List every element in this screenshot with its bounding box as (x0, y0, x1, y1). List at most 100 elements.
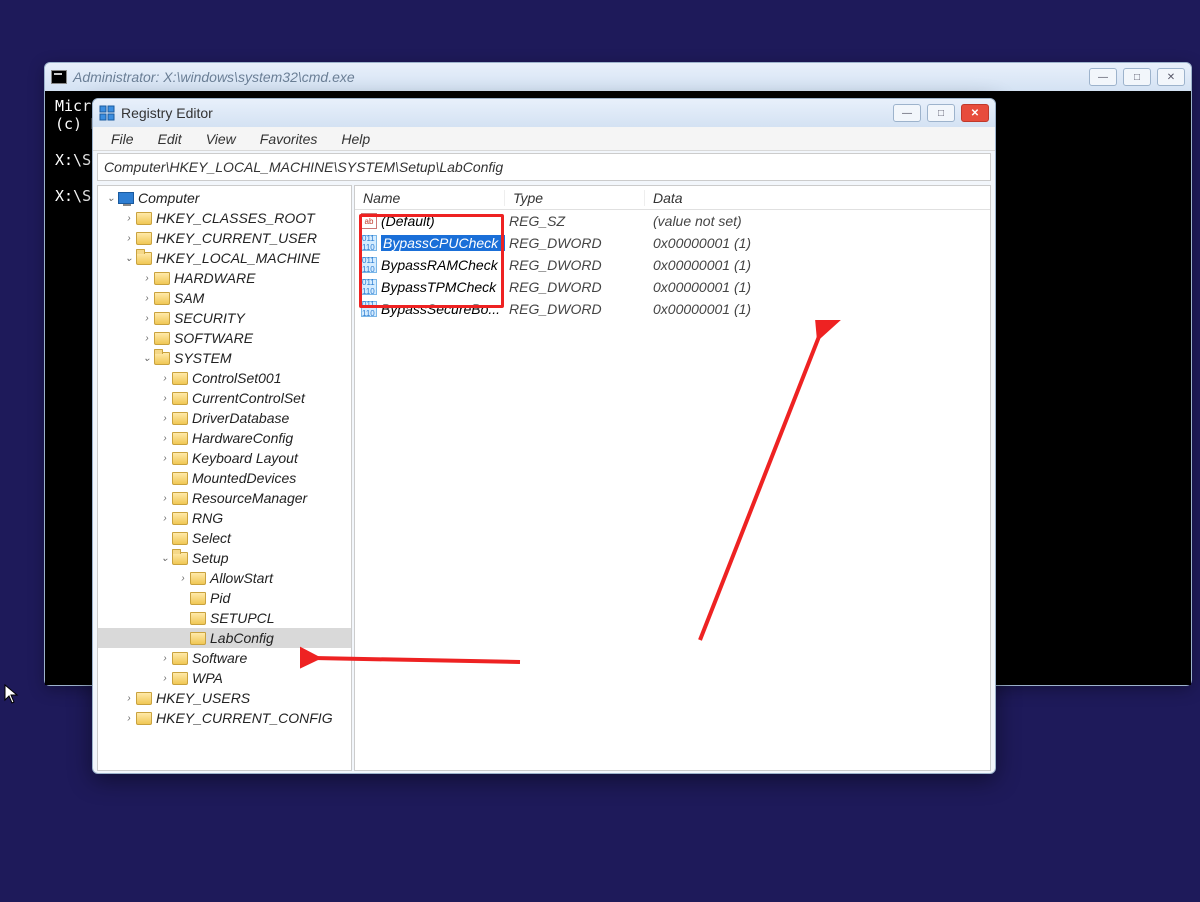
tree-node-setupcl[interactable]: SETUPCL (98, 608, 351, 628)
tree-label: Setup (192, 550, 229, 566)
tree-node-system[interactable]: ⌄SYSTEM (98, 348, 351, 368)
value-data: 0x00000001 (1) (645, 235, 990, 251)
menu-edit[interactable]: Edit (148, 129, 192, 149)
folder-icon (136, 712, 152, 725)
value-row[interactable]: 011 110BypassCPUCheckREG_DWORD0x00000001… (355, 232, 990, 254)
tree-node-currentcontrolset[interactable]: ›CurrentControlSet (98, 388, 351, 408)
tree-node-software[interactable]: ›SOFTWARE (98, 328, 351, 348)
value-type: REG_DWORD (505, 235, 645, 251)
tree-node-hkey-classes-root[interactable]: ›HKEY_CLASSES_ROOT (98, 208, 351, 228)
dword-value-icon: 011 110 (361, 235, 377, 251)
folder-icon (172, 472, 188, 485)
folder-icon (172, 672, 188, 685)
tree-label: SECURITY (174, 310, 245, 326)
tree-node-hkey-current-config[interactable]: ›HKEY_CURRENT_CONFIG (98, 708, 351, 728)
tree-label: RNG (192, 510, 223, 526)
regedit-title: Registry Editor (121, 105, 893, 121)
computer-icon (118, 192, 134, 204)
dword-value-icon: 011 110 (361, 301, 377, 317)
tree-label: HKEY_LOCAL_MACHINE (156, 250, 320, 266)
value-row[interactable]: 011 110BypassSecureBo...REG_DWORD0x00000… (355, 298, 990, 320)
tree-node-pid[interactable]: Pid (98, 588, 351, 608)
tree-pane[interactable]: ⌄Computer›HKEY_CLASSES_ROOT›HKEY_CURRENT… (97, 185, 352, 771)
tree-node-hkey-current-user[interactable]: ›HKEY_CURRENT_USER (98, 228, 351, 248)
folder-icon (172, 372, 188, 385)
cmd-icon (51, 70, 67, 84)
folder-icon (172, 512, 188, 525)
menu-help[interactable]: Help (331, 129, 380, 149)
value-name: BypassRAMCheck (381, 257, 505, 273)
value-type: REG_DWORD (505, 279, 645, 295)
tree-node-sam[interactable]: ›SAM (98, 288, 351, 308)
tree-node-controlset001[interactable]: ›ControlSet001 (98, 368, 351, 388)
folder-icon (172, 552, 188, 565)
folder-icon (172, 492, 188, 505)
tree-label: SYSTEM (174, 350, 232, 366)
folder-icon (190, 632, 206, 645)
maximize-button[interactable]: □ (1123, 68, 1151, 86)
tree-label: SETUPCL (210, 610, 275, 626)
tree-node-wpa[interactable]: ›WPA (98, 668, 351, 688)
tree-node-allowstart[interactable]: ›AllowStart (98, 568, 351, 588)
value-data: (value not set) (645, 213, 990, 229)
maximize-button[interactable]: □ (927, 104, 955, 122)
tree-label: DriverDatabase (192, 410, 289, 426)
address-bar[interactable]: Computer\HKEY_LOCAL_MACHINE\SYSTEM\Setup… (97, 153, 991, 181)
col-type[interactable]: Type (505, 190, 645, 206)
menu-favorites[interactable]: Favorites (250, 129, 328, 149)
value-type: REG_SZ (505, 213, 645, 229)
folder-icon (172, 412, 188, 425)
tree-node-resourcemanager[interactable]: ›ResourceManager (98, 488, 351, 508)
col-data[interactable]: Data (645, 190, 990, 206)
minimize-button[interactable]: — (1089, 68, 1117, 86)
value-name: BypassTPMCheck (381, 279, 505, 295)
dword-value-icon: 011 110 (361, 257, 377, 273)
folder-icon (136, 252, 152, 265)
folder-icon (172, 432, 188, 445)
folder-icon (190, 592, 206, 605)
close-button[interactable]: ✕ (1157, 68, 1185, 86)
tree-node-labconfig[interactable]: LabConfig (98, 628, 351, 648)
folder-icon (154, 352, 170, 365)
value-row[interactable]: ab(Default)REG_SZ(value not set) (355, 210, 990, 232)
minimize-button[interactable]: — (893, 104, 921, 122)
tree-node-computer[interactable]: ⌄Computer (98, 188, 351, 208)
cmd-titlebar[interactable]: Administrator: X:\windows\system32\cmd.e… (45, 63, 1191, 91)
tree-node-rng[interactable]: ›RNG (98, 508, 351, 528)
regedit-titlebar[interactable]: Registry Editor — □ ✕ (93, 99, 995, 127)
list-pane[interactable]: Name Type Data ab(Default)REG_SZ(value n… (354, 185, 991, 771)
regedit-icon (99, 105, 115, 121)
tree-node-hkey-local-machine[interactable]: ⌄HKEY_LOCAL_MACHINE (98, 248, 351, 268)
folder-icon (190, 572, 206, 585)
tree-label: Select (192, 530, 231, 546)
value-type: REG_DWORD (505, 257, 645, 273)
tree-node-driverdatabase[interactable]: ›DriverDatabase (98, 408, 351, 428)
tree-node-keyboard-layout[interactable]: ›Keyboard Layout (98, 448, 351, 468)
close-button[interactable]: ✕ (961, 104, 989, 122)
list-header[interactable]: Name Type Data (355, 186, 990, 210)
value-row[interactable]: 011 110BypassTPMCheckREG_DWORD0x00000001… (355, 276, 990, 298)
tree-label: HKEY_CURRENT_USER (156, 230, 317, 246)
value-name: BypassSecureBo... (381, 301, 505, 317)
col-name[interactable]: Name (355, 190, 505, 206)
tree-node-hkey-users[interactable]: ›HKEY_USERS (98, 688, 351, 708)
dword-value-icon: 011 110 (361, 279, 377, 295)
folder-icon (136, 232, 152, 245)
tree-node-software[interactable]: ›Software (98, 648, 351, 668)
string-value-icon: ab (361, 213, 377, 229)
value-data: 0x00000001 (1) (645, 257, 990, 273)
menu-file[interactable]: File (101, 129, 144, 149)
tree-label: Software (192, 650, 247, 666)
value-row[interactable]: 011 110BypassRAMCheckREG_DWORD0x00000001… (355, 254, 990, 276)
tree-node-select[interactable]: Select (98, 528, 351, 548)
value-data: 0x00000001 (1) (645, 279, 990, 295)
tree-node-hardwareconfig[interactable]: ›HardwareConfig (98, 428, 351, 448)
menu-view[interactable]: View (196, 129, 246, 149)
tree-label: ResourceManager (192, 490, 307, 506)
tree-node-hardware[interactable]: ›HARDWARE (98, 268, 351, 288)
value-type: REG_DWORD (505, 301, 645, 317)
tree-node-security[interactable]: ›SECURITY (98, 308, 351, 328)
tree-node-mounteddevices[interactable]: MountedDevices (98, 468, 351, 488)
tree-label: HKEY_CURRENT_CONFIG (156, 710, 333, 726)
tree-node-setup[interactable]: ⌄Setup (98, 548, 351, 568)
